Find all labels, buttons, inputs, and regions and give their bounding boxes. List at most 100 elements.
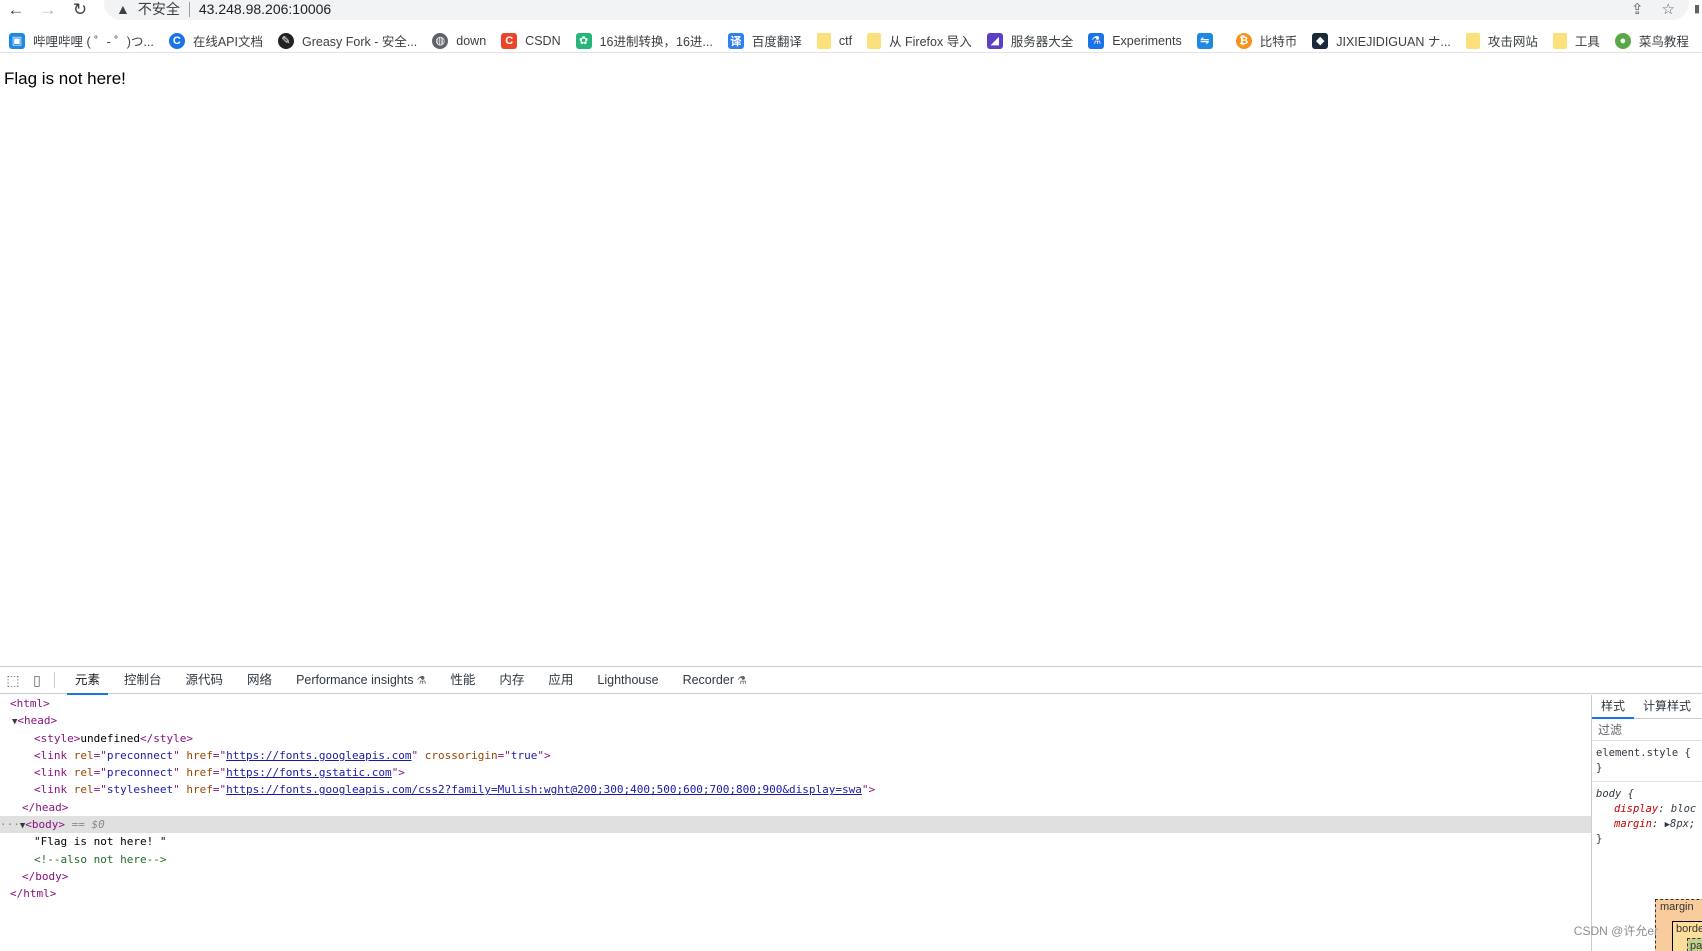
dom-node-head[interactable]: ▼<head> [0,712,1591,729]
devtools-tab-label: 应用 [548,672,574,687]
link-href[interactable]: https://fonts.googleapis.com/css2?family… [226,783,862,796]
bookmark-item[interactable]: ◍ down [432,32,486,49]
bookmark-item[interactable]: C CSDN [501,32,561,49]
dom-node-link-1[interactable]: <link rel="preconnect" href="https://fon… [0,747,1591,764]
tab-computed[interactable]: 计算样式 [1634,697,1700,718]
devtools-tab-label: 控制台 [124,672,162,687]
link-href[interactable]: https://fonts.googleapis.com [226,749,411,762]
devtools-tab[interactable]: 应用 [536,667,585,694]
devtools-tab[interactable]: Performance insights ⚗ [284,667,438,694]
extensions-icon[interactable]: ▮ [1694,2,1702,16]
display-declaration[interactable]: display: bloc [1596,802,1702,817]
flask-icon: ⚗ [1088,32,1105,49]
devtools-tab[interactable]: Recorder ⚗ [671,667,759,694]
bookmark-item[interactable]: ✎ Greasy Fork - 安全... [277,31,418,50]
page-body-text: Flag is not here! [4,69,126,88]
styles-tabbar: 样式 计算样式 [1592,695,1702,719]
folder-icon [1465,32,1480,49]
bookmark-item[interactable]: 译百度翻译 [727,31,802,50]
styles-filter-input[interactable]: 过滤 [1592,719,1702,741]
bookmark-item[interactable]: ⇋ [1196,32,1221,49]
bookmark-item[interactable]: ₿ 比特币 [1235,31,1298,50]
devtools-tab[interactable]: 内存 [487,667,536,694]
url-text[interactable]: 43.248.98.206:10006 [199,1,331,17]
bookmark-label: 哔哩哔哩 ( ゜- ゜)つ... [33,35,154,49]
devtools-tab[interactable]: 性能 [438,667,487,694]
bookmark-item[interactable]: 攻击网站 [1465,31,1538,50]
bookmark-item[interactable]: C 在线API文档 [168,31,263,50]
body-rule-selector[interactable]: body { [1596,787,1702,802]
greasyfork-icon: ✎ [277,32,294,49]
dom-node-head-close[interactable]: </head> [0,799,1591,816]
bookmark-label: 16进制转换，16进... [599,35,713,49]
bookmark-label: 比特币 [1259,35,1298,49]
bookmark-item[interactable]: ◢ 服务器大全 [986,31,1074,50]
bookmark-label: 服务器大全 [1010,35,1074,49]
box-border-label: borde [1676,923,1702,935]
bookmark-item[interactable]: ctf [816,32,852,49]
reload-icon: ↻ [72,0,88,19]
bookmark-label: 工具 [1574,35,1600,49]
bookmark-item[interactable]: ⚗ Experiments [1088,32,1182,49]
more-dots-icon[interactable]: ··· [0,818,20,831]
dom-node-html-close[interactable]: </html> [0,885,1591,902]
folder-icon [1552,32,1567,49]
bookmark-item[interactable]: ▣ 哔哩哔哩 ( ゜- ゜)つ... [9,31,154,50]
rule-close-brace: } [1596,762,1603,774]
devtools-tab-label: 性能 [450,672,476,687]
translate-icon: 译 [727,32,744,49]
dom-node-html[interactable]: <html> [0,695,1591,712]
link-href[interactable]: https://fonts.gstatic.com [226,766,392,779]
inspect-element-icon[interactable]: ⬚ [2,667,24,694]
devtools-tab[interactable]: 控制台 [112,667,174,694]
margin-declaration[interactable]: margin: ▶8px; [1596,817,1702,832]
jixie-icon: ◆ [1312,32,1329,49]
share-icon[interactable]: ⇪ [1631,0,1644,18]
dom-node-link-2[interactable]: <link rel="preconnect" href="https://fon… [0,764,1591,781]
bookmark-item[interactable]: 从 Firefox 导入 [867,31,972,50]
bookmark-item[interactable]: ✿ 16进制转换，16进... [575,31,713,50]
devtools-tab-label: 元素 [75,672,101,687]
back-button[interactable]: ← [0,0,32,20]
dom-comment-node[interactable]: <!--also not here--> [0,851,1591,868]
tabbar-divider [54,672,55,688]
address-bar-actions: ⇪ ☆ [1631,0,1675,18]
dom-node-body-selected[interactable]: ···▼<body> == $0 [0,816,1591,834]
devtools-tab[interactable]: 源代码 [174,667,236,694]
bookmark-label: 在线API文档 [192,35,263,49]
security-label[interactable]: 不安全 [138,1,180,17]
bookmark-item[interactable]: ● 菜鸟教程 [1614,31,1689,50]
devtools-tab-label: Recorder [682,672,734,687]
forward-arrow-icon: → [39,0,57,19]
devtools-tab[interactable]: Lighthouse [585,667,670,694]
forward-button[interactable]: → [32,0,64,20]
devtools-tab-label: 网络 [247,672,273,687]
device-toolbar-icon[interactable]: ▯ [26,667,48,694]
element-style-rule[interactable]: element.style { [1596,746,1702,761]
bookmark-item[interactable]: ◆ JIXIEJIDIGUAN ナ... [1312,31,1451,50]
bookmark-label: 百度翻译 [751,35,802,49]
dom-node-style[interactable]: <style>undefined</style> [0,730,1591,747]
bookmark-label: JIXIEJIDIGUAN ナ... [1336,35,1451,49]
dom-node-link-3[interactable]: <link rel="stylesheet" href="https://fon… [0,781,1591,798]
style-rules: element.style { } body { display: bloc m… [1592,746,1702,847]
runoob-icon: ● [1614,32,1631,49]
dom-text-node[interactable]: "Flag is not here! " [0,833,1591,850]
address-bar[interactable]: ▲ 不安全 43.248.98.206:10006 ⇪ ☆ [104,0,1689,20]
devtools-tab[interactable]: 元素 [63,667,112,695]
address-separator [188,2,190,17]
devtools-tab[interactable]: 网络 [235,667,284,694]
bookmarks-bar: ▣ 哔哩哔哩 ( ゜- ゜)つ... C 在线API文档 ✎ Greasy Fork - … [0,29,1702,53]
experimental-flask-icon: ⚗ [416,674,427,687]
csdn-watermark: CSDN @许允er [1573,924,1658,938]
bookmark-label: CSDN [525,33,561,48]
bookmark-item[interactable]: 工具 [1552,31,1600,50]
bookmark-label: 从 Firefox 导入 [889,35,972,49]
dom-node-body-close[interactable]: </body> [0,868,1591,885]
bookmark-label: Greasy Fork - 安全... [301,35,418,49]
tab-styles[interactable]: 样式 [1592,697,1635,719]
reload-button[interactable]: ↻ [64,0,96,20]
bookmark-star-icon[interactable]: ☆ [1662,0,1675,18]
warning-triangle-icon[interactable]: ▲ [116,1,130,17]
box-border: borde pa [1672,921,1702,951]
